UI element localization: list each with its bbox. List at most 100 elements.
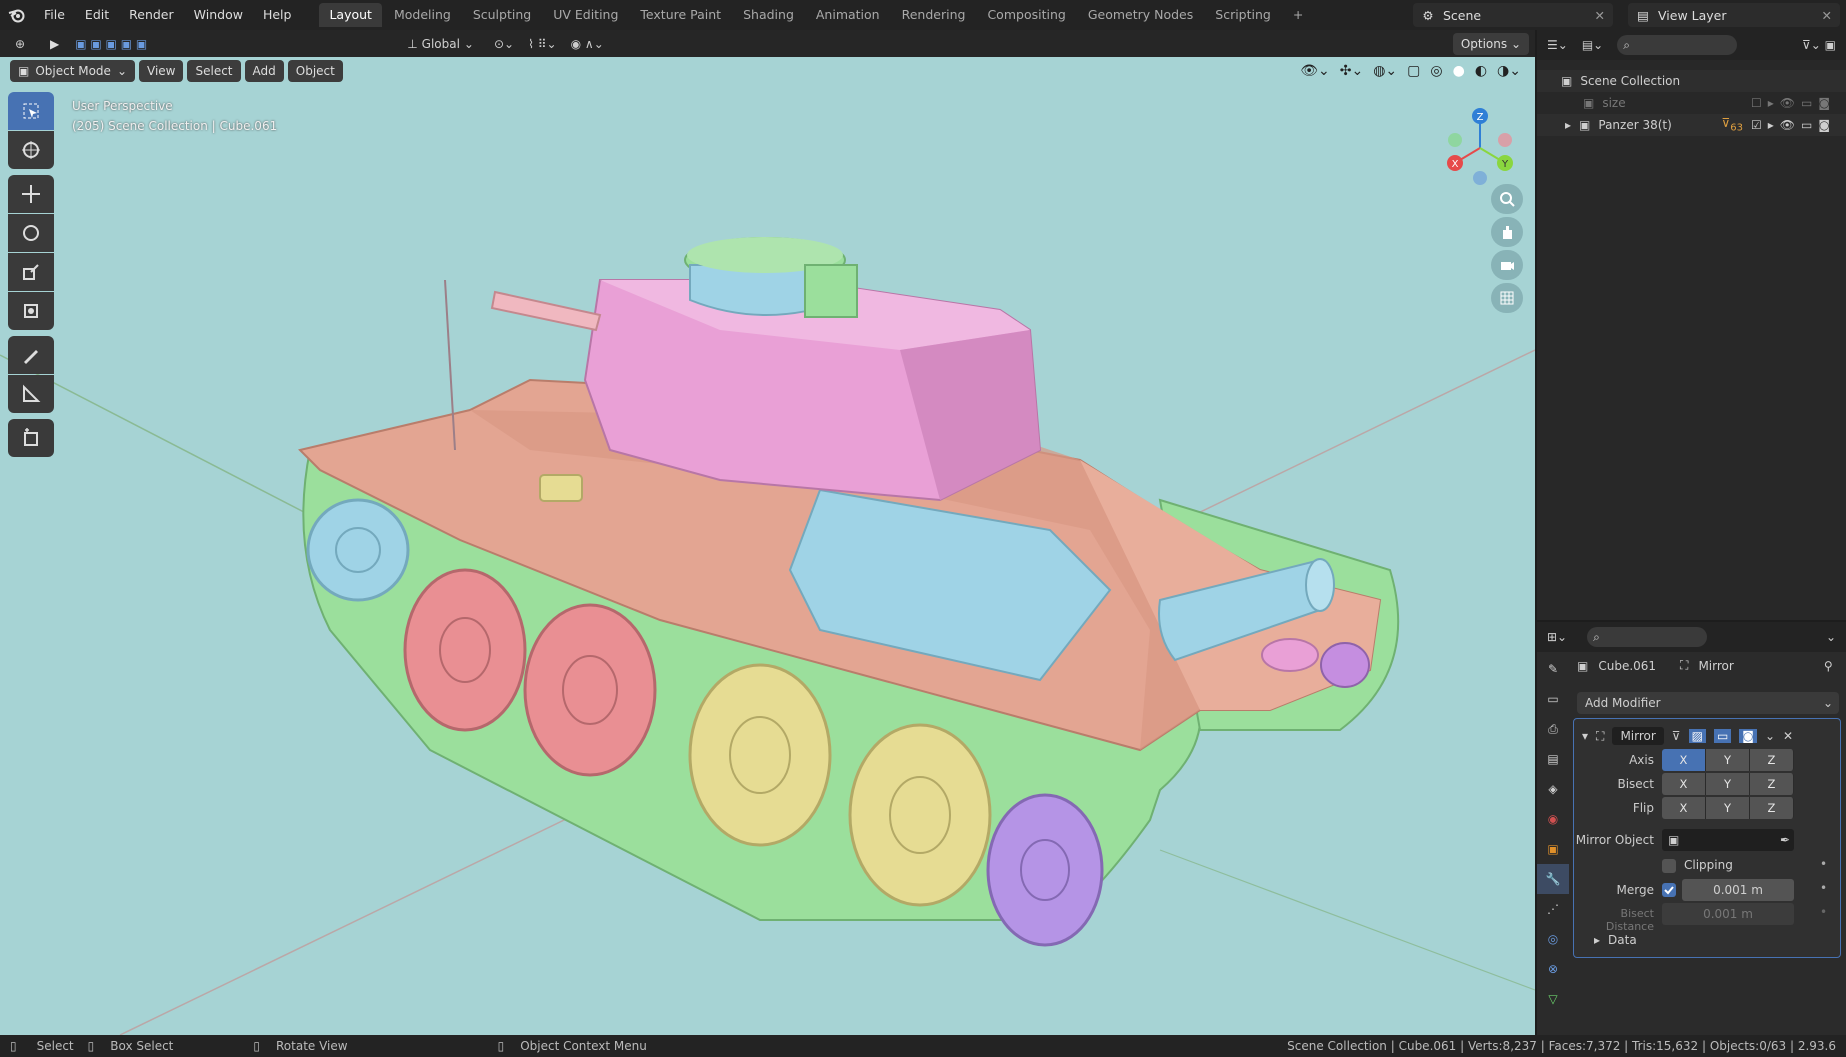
add-workspace-icon[interactable]: + bbox=[1283, 3, 1313, 27]
data-subpanel[interactable]: ▸ Data bbox=[1594, 933, 1637, 947]
xray-icon[interactable]: ▢ bbox=[1407, 63, 1420, 79]
menu-window[interactable]: Window bbox=[184, 0, 253, 30]
camera-view-icon[interactable] bbox=[1491, 250, 1523, 280]
flip-y-toggle[interactable]: Y bbox=[1706, 797, 1750, 819]
move-tool[interactable] bbox=[8, 175, 54, 213]
select-box-tool[interactable] bbox=[8, 92, 54, 130]
measure-tool[interactable] bbox=[8, 375, 54, 413]
tab-scripting[interactable]: Scripting bbox=[1205, 3, 1281, 27]
outliner-search-input[interactable]: ⌕ bbox=[1617, 35, 1738, 55]
3d-viewport[interactable]: ⊕ ▶ ▣ ▣ ▣ ▣ ▣ ⊥ Global ⌄ ⊙⌄ ⌇ ⠿⌄ ◉ ∧⌄ Op… bbox=[0, 30, 1535, 1035]
eyedropper-icon[interactable]: ✒ bbox=[1780, 833, 1790, 847]
tab-geometry-nodes[interactable]: Geometry Nodes bbox=[1078, 3, 1203, 27]
expand-arrow-icon[interactable]: ▸ bbox=[1565, 118, 1571, 132]
rendered-shading-icon[interactable]: ◑⌄ bbox=[1497, 63, 1521, 79]
selection-mode-icons[interactable]: ▣ ▣ ▣ ▣ ▣ bbox=[75, 37, 147, 51]
world-tab-icon[interactable]: ◉ bbox=[1537, 804, 1569, 834]
select-mode-icon[interactable]: ▶ bbox=[50, 37, 59, 51]
flip-x-toggle[interactable]: X bbox=[1662, 797, 1706, 819]
tab-compositing[interactable]: Compositing bbox=[977, 3, 1075, 27]
properties-editor-icon[interactable]: ⊞⌄ bbox=[1547, 630, 1567, 644]
chevron-down-icon[interactable]: ⌄ bbox=[1826, 630, 1836, 644]
tab-animation[interactable]: Animation bbox=[806, 3, 890, 27]
axis-z-toggle[interactable]: Z bbox=[1750, 749, 1794, 771]
menu-select[interactable]: Select bbox=[187, 60, 241, 82]
solid-shading-icon[interactable]: ● bbox=[1453, 63, 1465, 79]
editor-type-icon[interactable]: ⊕ bbox=[0, 37, 40, 51]
close-scene-icon[interactable]: ✕ bbox=[1595, 8, 1613, 23]
proportional-edit-icon[interactable]: ◉ ∧⌄ bbox=[571, 37, 604, 51]
tool-tab-icon[interactable]: ✎ bbox=[1537, 654, 1569, 684]
constraints-tab-icon[interactable]: ⊗ bbox=[1537, 954, 1569, 984]
viewport-toggle-icon[interactable]: ▭ bbox=[1713, 729, 1732, 743]
tab-texture-paint[interactable]: Texture Paint bbox=[630, 3, 731, 27]
row-toggles-icon[interactable]: ☑▸👁▭◙ bbox=[1751, 118, 1836, 132]
merge-checkbox[interactable] bbox=[1662, 883, 1676, 897]
menu-file[interactable]: File bbox=[34, 0, 75, 30]
physics-tab-icon[interactable]: ◎ bbox=[1537, 924, 1569, 954]
close-view-layer-icon[interactable]: ✕ bbox=[1822, 8, 1840, 23]
ortho-grid-icon[interactable] bbox=[1491, 283, 1523, 313]
mirror-object-field[interactable]: ▣ ✒ bbox=[1662, 829, 1794, 851]
pin-icon[interactable]: ⚲ bbox=[1824, 659, 1833, 673]
tab-rendering[interactable]: Rendering bbox=[892, 3, 976, 27]
zoom-icon[interactable] bbox=[1491, 184, 1523, 214]
clipping-checkbox[interactable] bbox=[1662, 859, 1676, 873]
add-modifier-dropdown[interactable]: Add Modifier ⌄ bbox=[1577, 692, 1839, 714]
menu-render[interactable]: Render bbox=[119, 0, 184, 30]
close-icon[interactable]: ✕ bbox=[1783, 729, 1793, 743]
tab-sculpting[interactable]: Sculpting bbox=[463, 3, 541, 27]
cursor-tool[interactable] bbox=[8, 131, 54, 169]
properties-search-input[interactable]: ⌕ bbox=[1587, 627, 1708, 647]
render-tab-icon[interactable]: ▭ bbox=[1537, 684, 1569, 714]
gizmo-icon[interactable]: ✣⌄ bbox=[1340, 63, 1363, 79]
axis-x-toggle[interactable]: X bbox=[1662, 749, 1706, 771]
tab-modeling[interactable]: Modeling bbox=[384, 3, 461, 27]
bisect-y-toggle[interactable]: Y bbox=[1706, 773, 1750, 795]
keyframe-dot-icon[interactable]: • bbox=[1820, 857, 1827, 871]
bisect-z-toggle[interactable]: Z bbox=[1750, 773, 1794, 795]
particles-tab-icon[interactable]: ⋰ bbox=[1537, 894, 1569, 924]
row-toggles-icon[interactable]: ☐▸👁▭◙ bbox=[1751, 96, 1836, 110]
blender-logo-icon[interactable] bbox=[0, 0, 34, 30]
keyframe-dot-icon[interactable]: • bbox=[1820, 905, 1827, 919]
overlay-icon[interactable]: ◍⌄ bbox=[1373, 63, 1397, 79]
menu-view[interactable]: View bbox=[139, 60, 184, 82]
keyframe-dot-icon[interactable]: • bbox=[1820, 881, 1827, 895]
output-tab-icon[interactable]: ⎙ bbox=[1537, 714, 1569, 744]
scale-tool[interactable] bbox=[8, 253, 54, 291]
snap-icon[interactable]: ⌇ ⠿⌄ bbox=[528, 37, 557, 51]
outliner-editor-icon[interactable]: ☰⌄ bbox=[1547, 38, 1568, 52]
rotate-tool[interactable] bbox=[8, 214, 54, 252]
bisect-x-toggle[interactable]: X bbox=[1662, 773, 1706, 795]
filter-icon[interactable]: ⊽⌄ ▣ bbox=[1802, 38, 1836, 52]
axis-y-toggle[interactable]: Y bbox=[1706, 749, 1750, 771]
tab-shading[interactable]: Shading bbox=[733, 3, 804, 27]
view-layer-tab-icon[interactable]: ▤ bbox=[1537, 744, 1569, 774]
modifier-menu-icon[interactable]: ⌄ bbox=[1765, 729, 1775, 743]
mode-dropdown[interactable]: ▣ Object Mode ⌄ bbox=[10, 60, 135, 82]
edit-mode-toggle-icon[interactable]: ⊽ bbox=[1672, 729, 1681, 743]
render-toggle-icon[interactable]: ◙ bbox=[1739, 729, 1757, 743]
scene-tab-icon[interactable]: ◈ bbox=[1537, 774, 1569, 804]
transform-tool[interactable] bbox=[8, 292, 54, 330]
merge-distance-field[interactable]: 0.001 m bbox=[1682, 879, 1794, 901]
options-dropdown[interactable]: Options ⌄ bbox=[1452, 32, 1529, 55]
view-layer-selector[interactable]: ▤ View Layer ✕ bbox=[1628, 3, 1840, 27]
menu-help[interactable]: Help bbox=[253, 0, 302, 30]
navigation-gizmo[interactable]: Z X Y bbox=[1440, 100, 1520, 185]
modifier-tab-icon[interactable]: 🔧 bbox=[1537, 864, 1569, 894]
outliner-row-size[interactable]: ▣ size ☐▸👁▭◙ bbox=[1537, 92, 1846, 114]
bisect-distance-field[interactable]: 0.001 m bbox=[1662, 903, 1794, 925]
data-tab-icon[interactable]: ▽ bbox=[1537, 984, 1569, 1014]
tab-uv-editing[interactable]: UV Editing bbox=[543, 3, 628, 27]
flip-z-toggle[interactable]: Z bbox=[1750, 797, 1794, 819]
scene-selector[interactable]: ⚙ Scene ✕ bbox=[1413, 3, 1613, 27]
outliner-row-panzer[interactable]: ▸ ▣ Panzer 38(t) ⊽63 ☑▸👁▭◙ bbox=[1537, 114, 1846, 136]
modifier-name-field[interactable]: Mirror bbox=[1612, 727, 1664, 745]
menu-add[interactable]: Add bbox=[244, 60, 284, 82]
collapse-arrow-icon[interactable]: ▾ bbox=[1582, 729, 1588, 743]
tab-layout[interactable]: Layout bbox=[319, 3, 382, 27]
pivot-icon[interactable]: ⊙⌄ bbox=[494, 37, 514, 51]
display-mode-icon[interactable]: ▤⌄ bbox=[1582, 38, 1603, 52]
